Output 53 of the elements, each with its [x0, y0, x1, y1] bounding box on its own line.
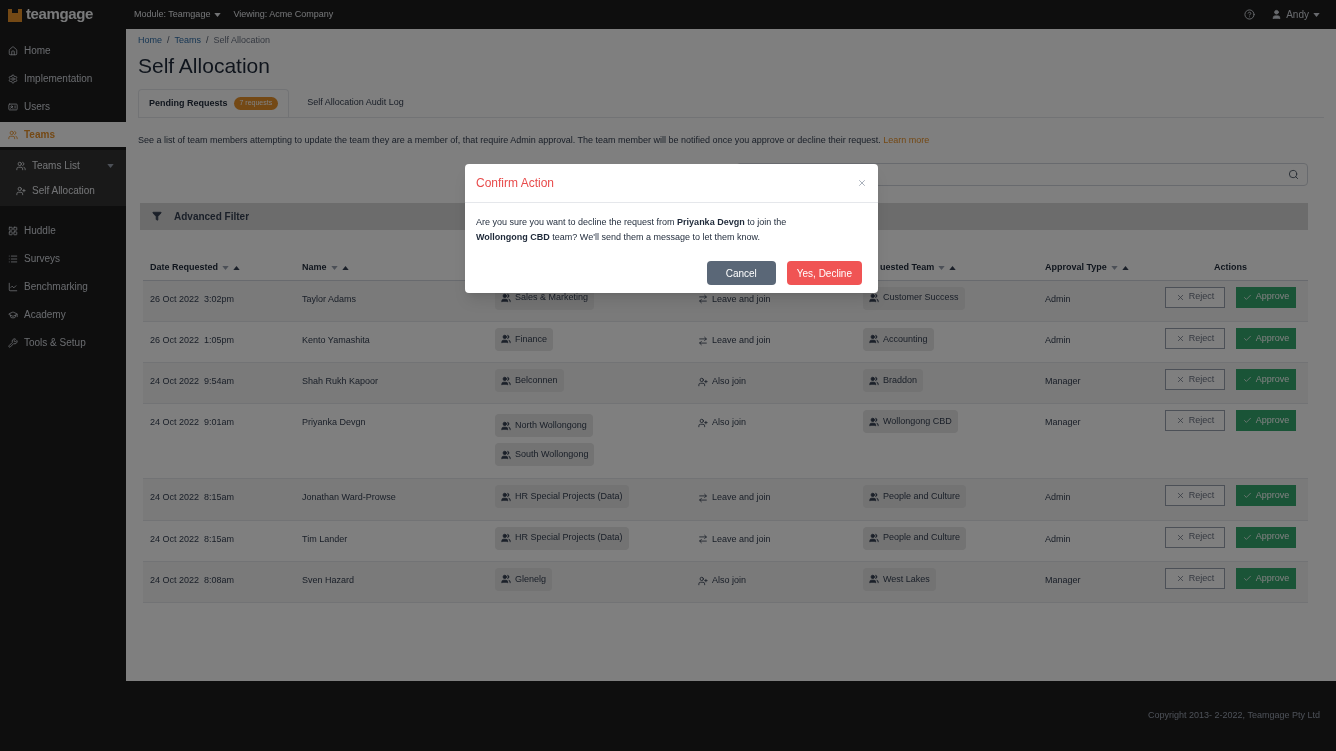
- approval-type-cell: Admin: [1045, 293, 1071, 304]
- approval-type-cell: Manager: [1045, 376, 1081, 386]
- team-chip: Customer Success: [863, 286, 965, 310]
- team-chip: Wollongong CBD: [863, 410, 958, 434]
- date-cell: 24 Oct 2022 8:15am: [150, 533, 235, 544]
- team-chip: West Lakes: [863, 567, 936, 591]
- team-chip: Belconnen: [495, 369, 564, 392]
- approval-type-cell: Manager: [1045, 574, 1081, 585]
- dialog-title: Confirm Action: [476, 175, 555, 192]
- team-chip: People and Culture: [863, 485, 967, 509]
- team-chip: HR Special Projects (Data): [495, 526, 629, 550]
- copyright-text: Copyright 2013- 2-2022, Teamgage Pty Ltd: [1148, 709, 1320, 723]
- breadcrumb-separator: /: [166, 34, 171, 48]
- viewing-label: Viewing: Acme Company: [233, 7, 334, 21]
- approval-type-cell: Admin: [1045, 334, 1071, 345]
- team-chip: Glenelg: [495, 567, 553, 591]
- logo-text: teamgage: [26, 4, 94, 25]
- name-cell: Taylor Adams: [302, 293, 357, 304]
- change-type-cell: Also join: [698, 375, 747, 389]
- date-cell: 24 Oct 2022 9:01am: [150, 417, 235, 428]
- name-cell: Priyanka Devgn: [302, 417, 366, 428]
- team-chip: HR Special Projects (Data): [495, 485, 629, 509]
- date-cell: 26 Oct 2022 1:05pm: [150, 334, 235, 345]
- change-type-cell: Leave and join: [698, 333, 771, 348]
- team-chip: People and Culture: [863, 526, 967, 550]
- name-cell: Jonathan Ward-Prowse: [302, 492, 396, 503]
- name-cell: Shah Rukh Kapoor: [302, 376, 379, 386]
- team-chip: Braddon: [863, 369, 924, 392]
- date-cell: 26 Oct 2022 3:02pm: [150, 293, 235, 304]
- approval-type-cell: Manager: [1045, 417, 1081, 428]
- date-cell: 24 Oct 2022 8:15am: [150, 492, 235, 503]
- change-type-cell: Leave and join: [698, 292, 771, 306]
- change-type-cell: Also join: [698, 573, 747, 588]
- team-chip: Accounting: [863, 327, 934, 351]
- name-cell: Kento Yamashita: [302, 334, 370, 345]
- team-chip: South Wollongong: [495, 443, 595, 467]
- change-type-cell: Leave and join: [698, 491, 771, 505]
- team-chip: Finance: [495, 327, 554, 351]
- date-cell: 24 Oct 2022 9:54am: [150, 376, 235, 386]
- page-title: Self Allocation: [138, 53, 271, 79]
- approval-type-cell: Admin: [1045, 492, 1071, 503]
- dialog-message: Are you sure you want to decline the request from Priyanka Devgn to join the Wollongong CBD team? We'll send them a message to let them know.: [475, 216, 788, 244]
- name-cell: Tim Lander: [302, 533, 348, 544]
- name-cell: Sven Hazard: [302, 574, 355, 585]
- team-chip: North Wollongong: [495, 414, 593, 438]
- breadcrumb-separator: /: [205, 34, 210, 48]
- description-text: See a list of team members attempting to update the team they are a member of, that require Admin approval. The team member will be notified once you approve or decline their request. Learn more: [138, 134, 931, 147]
- approval-type-cell: Admin: [1045, 533, 1071, 544]
- breadcrumb-current: Self Allocation: [213, 34, 271, 48]
- change-type-cell: Also join: [698, 416, 747, 430]
- date-cell: 24 Oct 2022 8:08am: [150, 574, 235, 585]
- change-type-cell: Leave and join: [698, 532, 771, 546]
- column-header: Actions: [1214, 260, 1247, 274]
